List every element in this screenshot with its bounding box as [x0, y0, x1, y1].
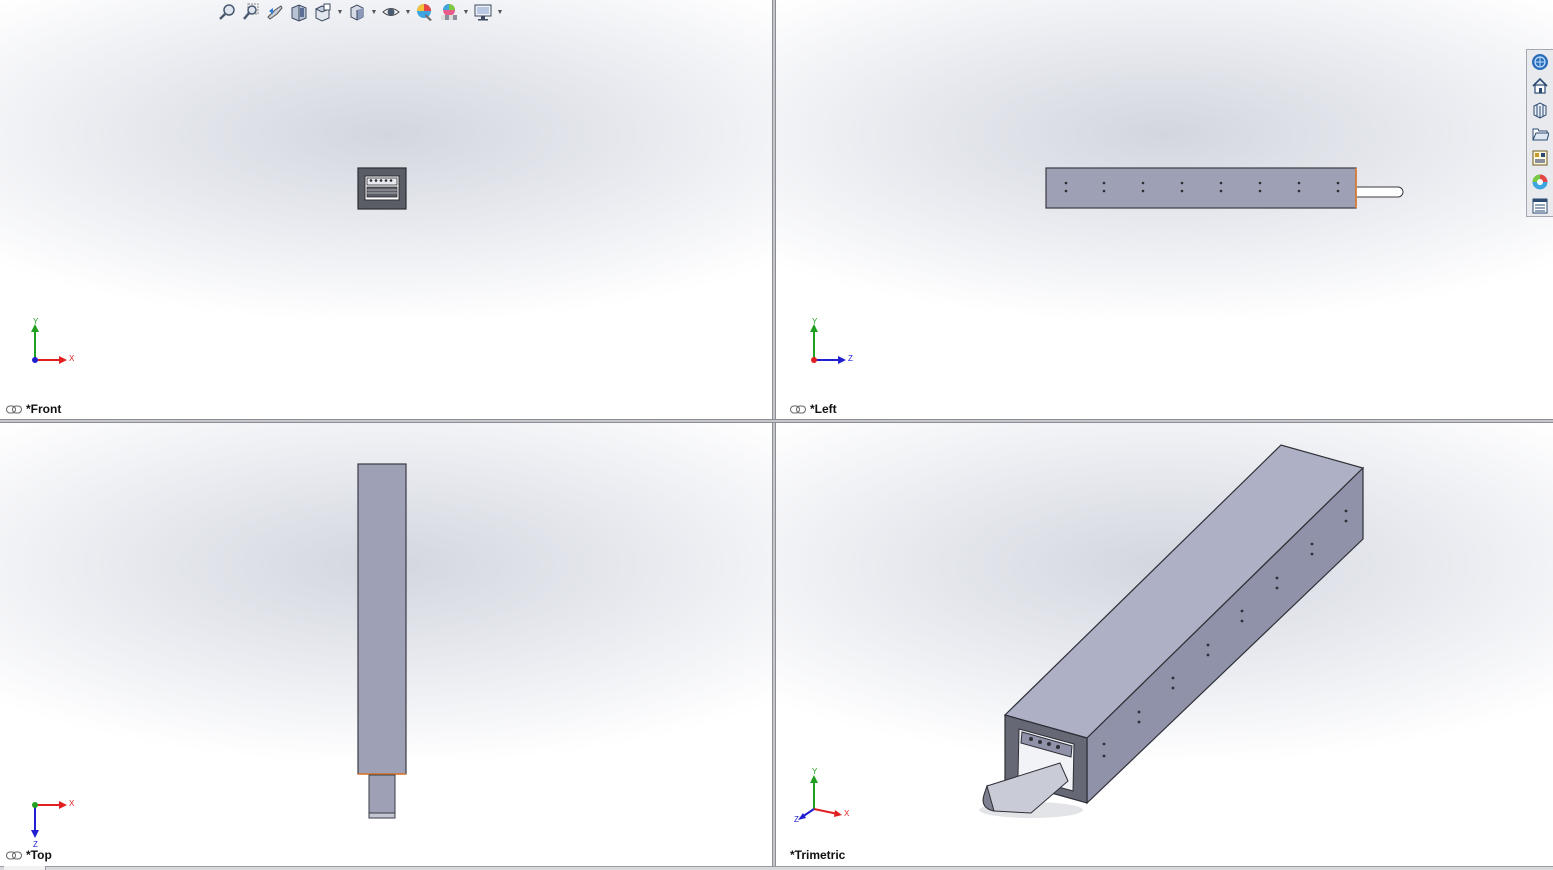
- part-top-view[interactable]: [355, 462, 411, 824]
- file-explorer-icon[interactable]: [1529, 124, 1551, 145]
- display-style-icon[interactable]: [346, 1, 368, 23]
- task-pane-tabs: [1526, 49, 1553, 217]
- previous-view-icon[interactable]: [264, 1, 286, 23]
- view-orientation-icon[interactable]: [312, 1, 334, 23]
- view-orientation-dropdown[interactable]: ▼: [336, 1, 344, 23]
- bottom-tab-strip: [0, 866, 1553, 870]
- edit-appearance-icon[interactable]: [414, 1, 436, 23]
- viewport-vertical-splitter[interactable]: [772, 0, 776, 866]
- viewport-horizontal-splitter[interactable]: [0, 419, 1553, 423]
- view-label-trimetric-text: *Trimetric: [790, 848, 846, 862]
- axis-triad-trimetric: Y X Z: [794, 767, 850, 824]
- part-left-view[interactable]: [1044, 166, 1406, 212]
- model-tab[interactable]: [4, 866, 46, 870]
- part-trimetric-view[interactable]: [776, 423, 1553, 866]
- view-settings-dropdown[interactable]: ▼: [496, 1, 504, 23]
- view-label-trimetric[interactable]: *Trimetric: [790, 848, 845, 862]
- design-library-icon[interactable]: [1529, 100, 1551, 121]
- view-label-left[interactable]: *Left: [790, 402, 837, 416]
- view-label-front-text: *Front: [26, 402, 62, 416]
- part-front-view[interactable]: [356, 166, 410, 212]
- section-view-icon[interactable]: [288, 1, 310, 23]
- link-views-icon[interactable]: [6, 851, 22, 860]
- axis-triad-left: Y Z: [810, 317, 853, 364]
- triad-left-y-label: Y: [812, 317, 818, 326]
- view-label-top[interactable]: *Top: [6, 848, 52, 862]
- axis-triad-top: Z X: [31, 799, 75, 849]
- triad-trimetric-x-label: X: [844, 809, 850, 818]
- viewport-trimetric[interactable]: Y X Z *Trimetric: [776, 423, 1553, 866]
- custom-properties-icon[interactable]: [1529, 195, 1551, 216]
- view-label-left-text: *Left: [810, 402, 837, 416]
- viewport-top[interactable]: Z X *Top: [0, 423, 772, 866]
- triad-top-x-label: X: [69, 799, 75, 808]
- appearances-icon[interactable]: [1529, 171, 1551, 192]
- triad-front-x-label: X: [69, 354, 75, 363]
- zoom-to-fit-icon[interactable]: [216, 1, 238, 23]
- apply-scene-dropdown[interactable]: ▼: [462, 1, 470, 23]
- viewport-left[interactable]: Y Z *Left: [776, 0, 1553, 419]
- triad-front-y-label: Y: [33, 317, 39, 326]
- view-settings-icon[interactable]: [472, 1, 494, 23]
- view-palette-icon[interactable]: [1529, 147, 1551, 168]
- apply-scene-icon[interactable]: [438, 1, 460, 23]
- solidworks-window: ▼ ▼ ▼ ▼ ▼ Y X *Front Y Z *Left Z X *Top …: [0, 0, 1553, 870]
- link-views-icon[interactable]: [790, 405, 806, 414]
- heads-up-view-toolbar: ▼ ▼ ▼ ▼ ▼: [216, 0, 504, 24]
- axis-triad-front: Y X: [31, 317, 75, 364]
- home-icon[interactable]: [1529, 76, 1551, 97]
- hide-show-dropdown[interactable]: ▼: [404, 1, 412, 23]
- triad-left-z-label: Z: [848, 354, 853, 363]
- display-style-dropdown[interactable]: ▼: [370, 1, 378, 23]
- view-label-front[interactable]: *Front: [6, 402, 61, 416]
- solidworks-resources-icon[interactable]: [1529, 52, 1551, 73]
- link-views-icon[interactable]: [6, 405, 22, 414]
- zoom-to-area-icon[interactable]: [240, 1, 262, 23]
- viewport-front[interactable]: ▼ ▼ ▼ ▼ ▼ Y X *Front: [0, 0, 772, 419]
- hide-show-items-icon[interactable]: [380, 1, 402, 23]
- triad-trimetric-z-label: Z: [794, 815, 799, 824]
- view-label-top-text: *Top: [26, 848, 52, 862]
- triad-trimetric-y-label: Y: [812, 767, 818, 776]
